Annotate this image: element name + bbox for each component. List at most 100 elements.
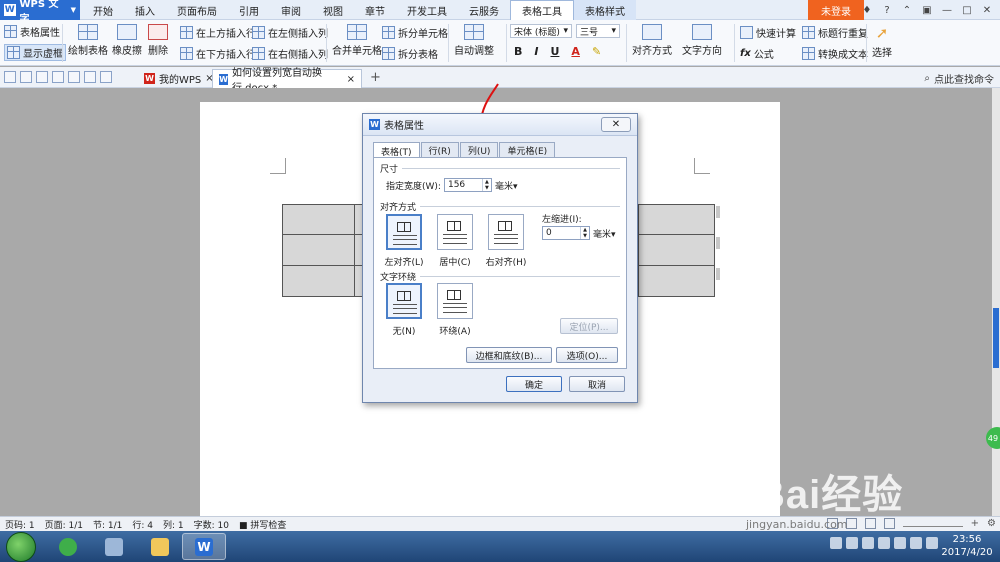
taskbar-tool[interactable] bbox=[92, 533, 136, 560]
dialog-title-bar[interactable]: W 表格属性 bbox=[363, 114, 637, 136]
wrap-around-option[interactable] bbox=[437, 283, 473, 319]
table-cell[interactable] bbox=[282, 204, 355, 235]
tab-column[interactable]: 列(U) bbox=[459, 142, 499, 158]
quick-calc-button[interactable]: 快速计算 bbox=[740, 25, 796, 40]
tab-developer[interactable]: 开发工具 bbox=[396, 0, 458, 20]
command-search[interactable]: ⌕ 点此查找命令 bbox=[924, 71, 994, 86]
restore-icon[interactable]: ▣ bbox=[918, 2, 936, 18]
help-button[interactable]: ? bbox=[878, 2, 896, 18]
table-cell[interactable] bbox=[282, 265, 355, 297]
flag-icon[interactable] bbox=[878, 537, 890, 549]
export-pdf-icon[interactable] bbox=[36, 71, 48, 83]
tab-row[interactable]: 行(R) bbox=[420, 142, 459, 158]
app-menu-button[interactable]: W WPS 文字 ▼ bbox=[0, 0, 80, 25]
taskbar-explorer[interactable] bbox=[138, 533, 182, 560]
redo-icon[interactable] bbox=[100, 71, 112, 83]
table-cell[interactable] bbox=[282, 234, 355, 266]
vertical-scrollbar[interactable] bbox=[992, 88, 1000, 516]
tab-cloud[interactable]: 云服务 bbox=[458, 0, 510, 20]
outline-view-icon[interactable] bbox=[864, 518, 876, 529]
tab-my-wps[interactable]: W 我的WPS × bbox=[138, 69, 220, 88]
document-table[interactable] bbox=[638, 204, 715, 297]
shield-icon[interactable] bbox=[846, 537, 858, 549]
align-left-option[interactable] bbox=[386, 214, 422, 250]
new-tab-button[interactable]: + bbox=[370, 70, 381, 85]
web-layout-icon[interactable] bbox=[883, 518, 895, 529]
status-word-count[interactable]: 字数: 10 bbox=[189, 518, 234, 531]
tab-review[interactable]: 审阅 bbox=[270, 0, 312, 20]
shirt-icon[interactable]: ♦ bbox=[858, 2, 876, 18]
align-center-option[interactable] bbox=[437, 214, 473, 250]
tab-home[interactable]: 开始 bbox=[82, 0, 124, 20]
spinner-icon[interactable]: ▲ ▼ bbox=[580, 227, 589, 239]
scroll-thumb[interactable] bbox=[993, 308, 999, 368]
split-cells-button[interactable]: 拆分单元格 bbox=[382, 25, 448, 40]
network-icon[interactable] bbox=[862, 537, 874, 549]
minimize-button[interactable]: — bbox=[938, 2, 956, 18]
text-direction-button[interactable]: 文字方向 bbox=[682, 24, 722, 57]
taskbar-ie[interactable] bbox=[46, 533, 90, 560]
print-preview-icon[interactable] bbox=[68, 71, 80, 83]
table-properties-button[interactable]: 表格属性 bbox=[4, 24, 60, 39]
table-cell[interactable] bbox=[638, 234, 715, 266]
formula-button[interactable]: fx 公式 bbox=[740, 46, 774, 61]
italic-button[interactable]: I bbox=[534, 45, 538, 58]
close-button[interactable]: ✕ bbox=[978, 2, 996, 18]
merge-cells-button[interactable]: 合并单元格 bbox=[332, 24, 382, 57]
spinner-icon[interactable]: ▲ ▼ bbox=[481, 179, 491, 191]
align-right-option[interactable] bbox=[488, 214, 524, 250]
tab-table-style[interactable]: 表格样式 bbox=[574, 0, 636, 20]
tab-page-layout[interactable]: 页面布局 bbox=[166, 0, 228, 20]
tab-view[interactable]: 视图 bbox=[312, 0, 354, 20]
settings-icon[interactable]: ⚙ bbox=[987, 518, 996, 529]
document-table[interactable] bbox=[282, 204, 365, 297]
table-cell[interactable] bbox=[638, 204, 715, 235]
maximize-button[interactable]: □ bbox=[958, 2, 976, 18]
tab-chapter[interactable]: 章节 bbox=[354, 0, 396, 20]
bold-button[interactable]: B bbox=[514, 45, 522, 58]
repeat-header-button[interactable]: 标题行重复 bbox=[802, 25, 868, 40]
draw-table-button[interactable]: 绘制表格 bbox=[68, 24, 108, 57]
indent-unit-select[interactable]: 毫米▾ bbox=[593, 227, 616, 240]
positioning-button[interactable]: 定位(P)... bbox=[560, 318, 618, 334]
new-doc-icon[interactable] bbox=[4, 71, 16, 83]
split-table-button[interactable]: 拆分表格 bbox=[382, 46, 438, 61]
status-spell-check[interactable]: ■ 拼写检查 bbox=[234, 518, 291, 531]
cancel-button[interactable]: 取消 bbox=[569, 376, 625, 392]
save-icon[interactable] bbox=[20, 71, 32, 83]
collapse-ribbon-icon[interactable]: ⌃ bbox=[898, 2, 916, 18]
font-name-select[interactable]: 宋体 (标题) ▾ bbox=[510, 24, 572, 38]
undo-icon[interactable] bbox=[84, 71, 96, 83]
qq-icon[interactable] bbox=[830, 537, 842, 549]
width-input[interactable]: 156 ▲ ▼ bbox=[443, 178, 492, 192]
borders-shading-button[interactable]: 边框和底纹(B)... bbox=[466, 347, 552, 363]
highlight-icon[interactable]: ✎ bbox=[592, 45, 601, 58]
close-icon[interactable]: × bbox=[347, 74, 355, 85]
table-cell[interactable] bbox=[638, 265, 715, 297]
zoom-in-button[interactable]: + bbox=[971, 518, 979, 529]
alignment-button[interactable]: 对齐方式 bbox=[632, 24, 672, 57]
tab-cell[interactable]: 单元格(E) bbox=[499, 142, 556, 158]
eraser-button[interactable]: 橡皮擦 bbox=[112, 24, 142, 57]
volume-icon[interactable] bbox=[894, 537, 906, 549]
show-gridlines-button[interactable]: 显示虚框 bbox=[4, 44, 66, 61]
dialog-close-button[interactable]: ✕ bbox=[601, 117, 631, 132]
login-button[interactable]: 未登录 bbox=[808, 0, 864, 20]
width-unit-select[interactable]: 毫米▾ bbox=[495, 179, 518, 192]
font-color-button[interactable]: A bbox=[571, 45, 580, 58]
select-button[interactable]: ➚ 选择 bbox=[872, 24, 892, 59]
ok-button[interactable]: 确定 bbox=[506, 376, 562, 392]
start-button[interactable] bbox=[6, 532, 36, 562]
insert-col-right-button[interactable]: 在右侧插入列 bbox=[252, 46, 328, 61]
tab-references[interactable]: 引用 bbox=[228, 0, 270, 20]
insert-row-below-button[interactable]: 在下方插入行 bbox=[180, 46, 256, 61]
ime-icon[interactable] bbox=[910, 537, 922, 549]
zoom-slider[interactable] bbox=[902, 526, 963, 527]
insert-row-above-button[interactable]: 在上方插入行 bbox=[180, 25, 256, 40]
underline-button[interactable]: U bbox=[550, 45, 559, 58]
options-button[interactable]: 选项(O)... bbox=[556, 347, 618, 363]
font-size-select[interactable]: 三号 ▾ bbox=[576, 24, 620, 38]
indent-input[interactable]: 0 ▲ ▼ bbox=[542, 226, 590, 240]
print-icon[interactable] bbox=[52, 71, 64, 83]
tab-insert[interactable]: 插入 bbox=[124, 0, 166, 20]
